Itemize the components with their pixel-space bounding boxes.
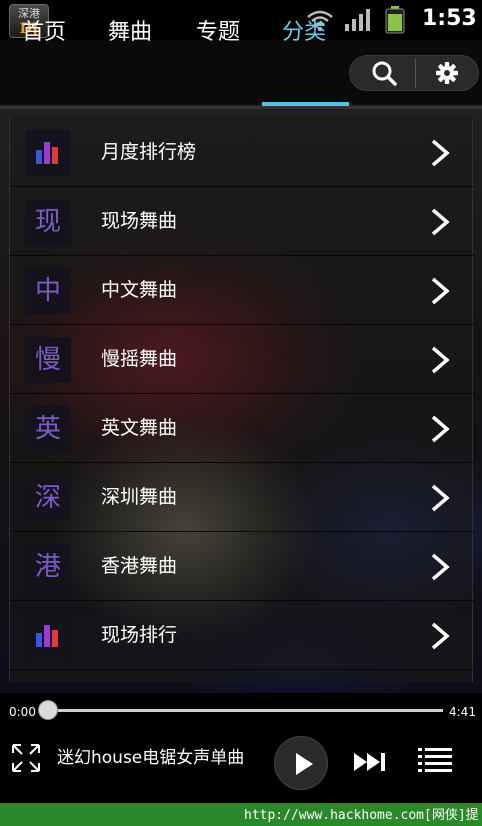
category-row-hongkong[interactable]: 港 香港舞曲 bbox=[10, 532, 474, 601]
song-title[interactable]: 迷幻house电锯女声单曲 bbox=[57, 743, 244, 768]
category-letter-icon: 中 bbox=[25, 268, 71, 314]
chevron-right-icon bbox=[431, 208, 450, 236]
category-label: 现场舞曲 bbox=[101, 210, 178, 232]
category-label: 慢摇舞曲 bbox=[101, 348, 178, 370]
chevron-right-icon bbox=[431, 553, 450, 581]
shuffle-icon[interactable] bbox=[11, 743, 41, 773]
chevron-right-icon bbox=[431, 277, 450, 305]
category-row-monthly-chart[interactable]: 月度排行榜 bbox=[10, 118, 474, 187]
tab-home[interactable]: 首页 bbox=[14, 0, 74, 66]
category-label: 深圳舞曲 bbox=[101, 486, 178, 508]
playlist-icon[interactable] bbox=[418, 745, 452, 775]
category-label: 中文舞曲 bbox=[101, 279, 178, 301]
chevron-right-icon bbox=[431, 139, 450, 167]
category-list: 月度排行榜 现 现场舞曲 中 中文舞曲 慢 慢摇舞曲 英 英文舞曲 深 深圳舞曲… bbox=[9, 118, 474, 682]
category-letter-icon: 现 bbox=[25, 199, 71, 245]
category-row-live-chart[interactable]: 现场排行 bbox=[10, 601, 474, 670]
status-clock: 1:53 bbox=[422, 6, 477, 31]
category-row-live[interactable]: 现 现场舞曲 bbox=[10, 187, 474, 256]
bar-chart-icon bbox=[25, 130, 71, 176]
chevron-right-icon bbox=[431, 346, 450, 374]
category-label: 英文舞曲 bbox=[101, 417, 178, 439]
category-row-chinese[interactable]: 中 中文舞曲 bbox=[10, 256, 474, 325]
next-track-icon[interactable] bbox=[352, 751, 388, 773]
chevron-right-icon bbox=[431, 622, 450, 650]
category-label: 香港舞曲 bbox=[101, 555, 178, 577]
battery-icon bbox=[385, 6, 405, 34]
category-letter-icon: 深 bbox=[25, 475, 71, 521]
signal-icon bbox=[345, 9, 370, 31]
tab-categories[interactable]: 分类 bbox=[274, 0, 334, 66]
progress-thumb[interactable] bbox=[38, 700, 58, 720]
play-button[interactable] bbox=[274, 736, 328, 790]
bar-chart-icon bbox=[25, 613, 71, 659]
chevron-right-icon bbox=[431, 415, 450, 443]
category-letter-icon: 慢 bbox=[25, 337, 71, 383]
category-letter-icon: 英 bbox=[25, 406, 71, 452]
category-row-slow[interactable]: 慢 慢摇舞曲 bbox=[10, 325, 474, 394]
progress-track[interactable] bbox=[41, 709, 443, 712]
tab-topics[interactable]: 专题 bbox=[188, 0, 248, 66]
play-icon bbox=[296, 753, 313, 775]
search-icon[interactable] bbox=[367, 58, 403, 88]
gear-icon[interactable] bbox=[431, 58, 463, 88]
category-label: 现场排行 bbox=[101, 624, 178, 646]
current-time: 0:00 bbox=[9, 705, 36, 719]
category-row-english[interactable]: 英 英文舞曲 bbox=[10, 394, 474, 463]
action-separator bbox=[415, 58, 416, 88]
tab-dance[interactable]: 舞曲 bbox=[100, 0, 160, 66]
category-label: 月度排行榜 bbox=[101, 141, 197, 163]
category-row-shenzhen[interactable]: 深 深圳舞曲 bbox=[10, 463, 474, 532]
category-letter-icon: 港 bbox=[25, 544, 71, 590]
footer-text: http://www.hackhome.com[网侠]提供 bbox=[244, 808, 479, 823]
chevron-right-icon bbox=[431, 484, 450, 512]
total-time: 4:41 bbox=[449, 705, 476, 719]
